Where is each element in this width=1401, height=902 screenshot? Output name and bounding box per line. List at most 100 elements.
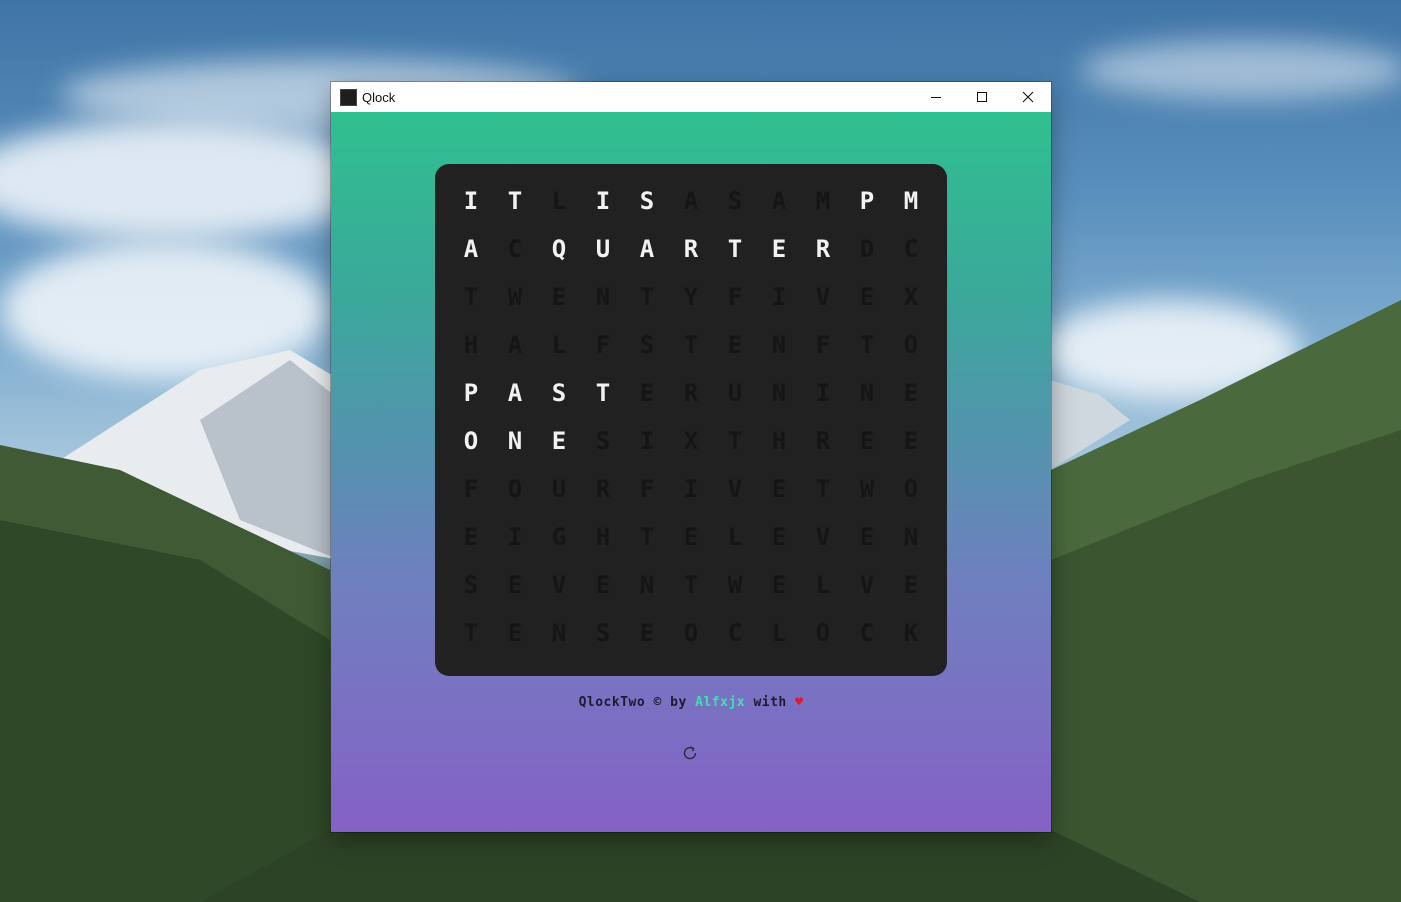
clock-letter: W bbox=[727, 571, 743, 599]
clock-letter: M bbox=[815, 187, 831, 215]
clock-letter: N bbox=[859, 379, 875, 407]
maximize-button[interactable] bbox=[959, 82, 1005, 112]
clock-letter: L bbox=[815, 571, 831, 599]
clock-letter: E bbox=[639, 379, 655, 407]
clock-letter: A bbox=[771, 187, 787, 215]
clock-letter: E bbox=[639, 619, 655, 647]
clock-letter: E bbox=[595, 571, 611, 599]
clock-letter: R bbox=[815, 235, 831, 263]
clock-letter: L bbox=[551, 331, 567, 359]
clock-letter: S bbox=[595, 619, 611, 647]
clock-letter: L bbox=[727, 523, 743, 551]
clock-letter: T bbox=[859, 331, 875, 359]
app-icon bbox=[340, 88, 357, 106]
clock-letter: C bbox=[903, 235, 919, 263]
clock-letter: O bbox=[815, 619, 831, 647]
clock-letter: I bbox=[463, 187, 479, 215]
clock-letter: S bbox=[463, 571, 479, 599]
minimize-button[interactable] bbox=[913, 82, 959, 112]
close-button[interactable] bbox=[1005, 82, 1051, 112]
clock-letter: N bbox=[771, 331, 787, 359]
clock-letter: T bbox=[815, 475, 831, 503]
title-bar[interactable]: Qlock bbox=[331, 82, 1051, 112]
clock-letter: H bbox=[595, 523, 611, 551]
minimize-icon bbox=[931, 97, 941, 98]
clock-letter: O bbox=[683, 619, 699, 647]
clock-letter: T bbox=[683, 331, 699, 359]
clock-letter: T bbox=[463, 283, 479, 311]
clock-letter: N bbox=[595, 283, 611, 311]
clock-letter: T bbox=[463, 619, 479, 647]
clock-letter: F bbox=[815, 331, 831, 359]
clock-letter: E bbox=[859, 283, 875, 311]
clock-letter: N bbox=[903, 523, 919, 551]
clock-letter: C bbox=[727, 619, 743, 647]
refresh-icon bbox=[683, 746, 697, 760]
clock-letter: R bbox=[815, 427, 831, 455]
clock-letter: E bbox=[551, 427, 567, 455]
clock-letter: I bbox=[639, 427, 655, 455]
clock-letter: E bbox=[507, 619, 523, 647]
clock-letter: S bbox=[639, 187, 655, 215]
clock-letter: T bbox=[639, 523, 655, 551]
clock-letter: D bbox=[859, 235, 875, 263]
author-link[interactable]: Alfxjx bbox=[695, 695, 745, 710]
clock-letter: G bbox=[551, 523, 567, 551]
letter-grid: ITLISASAMPMACQUARTERDCTWENTYFIVEXHALFSTE… bbox=[449, 177, 933, 657]
clock-letter: E bbox=[551, 283, 567, 311]
clock-letter: T bbox=[639, 283, 655, 311]
clock-letter: A bbox=[507, 331, 523, 359]
clock-letter: S bbox=[595, 427, 611, 455]
clock-letter: C bbox=[859, 619, 875, 647]
clock-letter: K bbox=[903, 619, 919, 647]
clock-letter: A bbox=[507, 379, 523, 407]
clock-letter: T bbox=[595, 379, 611, 407]
clock-letter: F bbox=[639, 475, 655, 503]
clock-letter: W bbox=[507, 283, 523, 311]
clock-letter: F bbox=[595, 331, 611, 359]
clock-letter: U bbox=[551, 475, 567, 503]
clock-letter: U bbox=[595, 235, 611, 263]
clock-letter: R bbox=[595, 475, 611, 503]
clock-letter: E bbox=[727, 331, 743, 359]
clock-letter: P bbox=[859, 187, 875, 215]
clock-letter: N bbox=[771, 379, 787, 407]
clock-letter: E bbox=[903, 427, 919, 455]
clock-letter: I bbox=[683, 475, 699, 503]
clock-letter: N bbox=[639, 571, 655, 599]
clock-letter: O bbox=[903, 475, 919, 503]
maximize-icon bbox=[977, 92, 987, 102]
clock-letter: E bbox=[771, 523, 787, 551]
clock-letter: R bbox=[683, 235, 699, 263]
clock-letter: X bbox=[683, 427, 699, 455]
clock-letter: N bbox=[507, 427, 523, 455]
clock-letter: A bbox=[639, 235, 655, 263]
clock-letter: E bbox=[771, 475, 787, 503]
clock-letter: X bbox=[903, 283, 919, 311]
clock-letter: E bbox=[771, 571, 787, 599]
clock-letter: F bbox=[727, 283, 743, 311]
clock-letter: H bbox=[463, 331, 479, 359]
clock-letter: E bbox=[903, 571, 919, 599]
clock-letter: U bbox=[727, 379, 743, 407]
clock-letter: E bbox=[507, 571, 523, 599]
refresh-button[interactable] bbox=[680, 743, 700, 763]
clock-letter: P bbox=[463, 379, 479, 407]
clock-letter: C bbox=[507, 235, 523, 263]
clock-letter: L bbox=[771, 619, 787, 647]
clock-letter: F bbox=[463, 475, 479, 503]
clock-letter: V bbox=[815, 283, 831, 311]
credits: QlockTwo © by Alfxjx with ♥ bbox=[331, 695, 1051, 710]
clock-letter: O bbox=[463, 427, 479, 455]
clock-letter: A bbox=[683, 187, 699, 215]
clock-letter: T bbox=[727, 427, 743, 455]
clock-letter: W bbox=[859, 475, 875, 503]
heart-icon: ♥ bbox=[795, 695, 804, 710]
qlock-window: Qlock ITLISASAMPMACQUARTERDCTWENTYFIVEXH… bbox=[331, 82, 1051, 832]
word-clock-board: ITLISASAMPMACQUARTERDCTWENTYFIVEXHALFSTE… bbox=[435, 164, 947, 676]
clock-letter: S bbox=[551, 379, 567, 407]
credits-with: with bbox=[745, 695, 796, 710]
clock-letter: R bbox=[683, 379, 699, 407]
clock-letter: N bbox=[551, 619, 567, 647]
clock-letter: S bbox=[639, 331, 655, 359]
